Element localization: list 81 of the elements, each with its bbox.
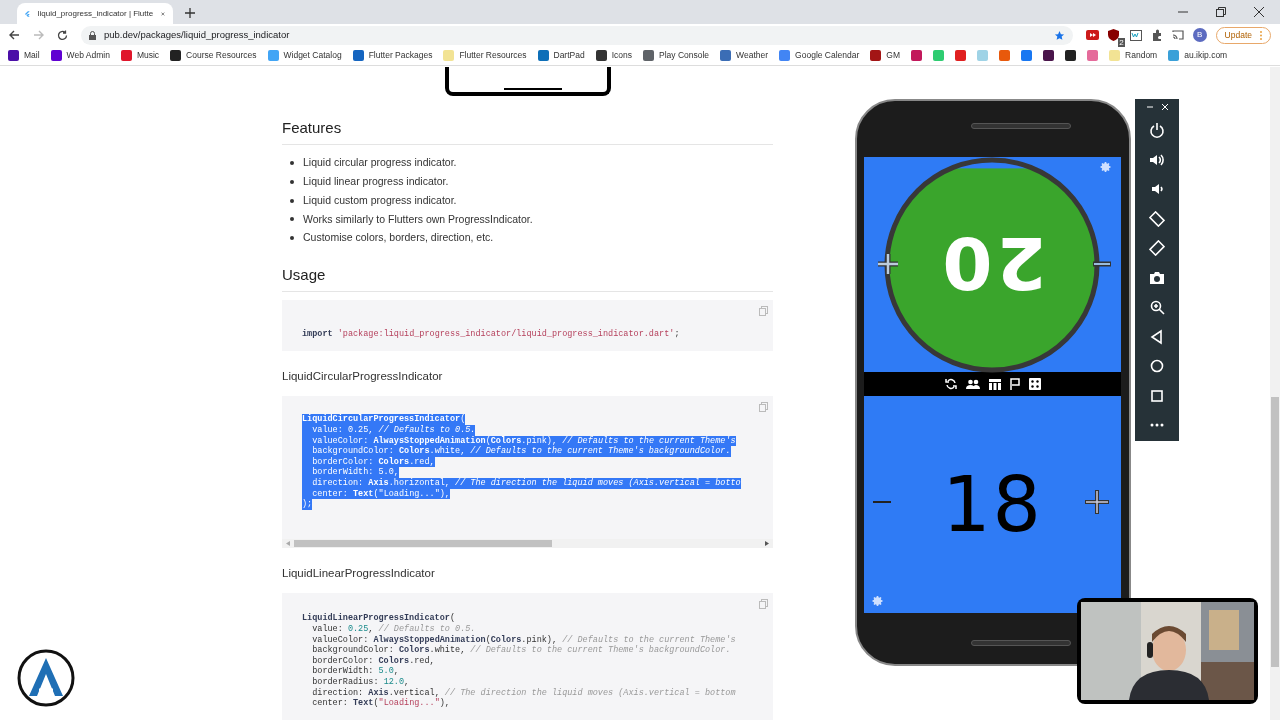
bookmark-item[interactable]: Flutter Packages (352, 49, 433, 62)
new-tab-icon[interactable] (185, 8, 195, 18)
feature-text: Customise colors, borders, direction, etc. (303, 230, 494, 246)
back-icon[interactable] (1149, 328, 1165, 345)
bullet-icon (290, 180, 294, 185)
refresh-icon[interactable] (944, 378, 957, 390)
feature-text: Liquid circular progress indicator. (303, 155, 457, 171)
minus-icon[interactable] (873, 500, 891, 504)
section-heading: Usage (282, 265, 327, 286)
bookmark-item[interactable]: Random (1109, 49, 1158, 62)
bookmark-item[interactable]: Music (120, 49, 160, 62)
code-heading: LiquidLinearProgressIndicator (282, 566, 436, 582)
code-text: import 'package:liquid_progress_indicator/liquid_progress_indicator.dart'; (302, 329, 680, 341)
reload-icon[interactable] (57, 29, 68, 41)
address-bar[interactable]: pub.dev/packages/liquid_progress_indicator (81, 25, 1073, 45)
section-heading: Features (282, 118, 343, 138)
home-icon[interactable] (1149, 358, 1165, 374)
overview-icon[interactable] (1149, 387, 1165, 404)
tab-title: liquid_progress_indicator | Flutte (37, 7, 154, 20)
extension-icon[interactable] (1085, 30, 1099, 40)
bookmark-item[interactable]: Web Admin (50, 49, 110, 62)
power-icon[interactable] (1149, 122, 1165, 138)
plus-icon[interactable] (1085, 490, 1109, 514)
shield-icon[interactable] (1107, 28, 1119, 41)
browser-tab[interactable]: liquid_progress_indicator | Flutte (17, 3, 173, 24)
bullet-icon (290, 161, 294, 166)
code-text: LiquidCircularProgressIndicator( value: 0.25, // Defaults to 0.5. valueColor: AlwaysStoppedAnimation(Colors.pink), // Defaults to the current Theme's backgroundColor: Colors.white, // Defaults to the current Theme's backgroundColor. borderColor: Colors.red, borderWidth: 5.0, direction: Axis.horizontal, // The direction the liquid moves (Axis.vertical = botto center: Text("Loading..."), ); (302, 414, 741, 510)
scrollbar-thumb[interactable] (1271, 397, 1279, 667)
bookmark-item[interactable]: au.ikip.com (1168, 49, 1228, 62)
people-icon[interactable] (965, 379, 980, 389)
feature-text: Works similarly to Flutters own ProgressIndicator. (303, 211, 533, 227)
extension-badge: 2 (1118, 37, 1125, 47)
restore-icon[interactable] (1216, 7, 1226, 17)
table-icon[interactable] (988, 378, 1001, 390)
bullet-icon (290, 217, 294, 222)
flag-icon[interactable] (1009, 378, 1020, 390)
bookmark-item[interactable]: Weather (720, 49, 769, 62)
profile-avatar[interactable]: B (1192, 28, 1207, 42)
page-scrollbar[interactable] (1270, 67, 1280, 720)
settings-icon[interactable] (872, 595, 884, 607)
cast-icon[interactable] (1171, 30, 1184, 40)
logo-icon (17, 649, 75, 707)
back-icon[interactable] (9, 30, 20, 40)
bookmark-item[interactable]: Icons (595, 49, 632, 62)
bookmark-item[interactable]: Play Console (643, 49, 710, 62)
rotate-left-icon[interactable] (1149, 210, 1165, 227)
volume-down-icon[interactable] (1149, 181, 1165, 197)
bookmark-item[interactable]: Widget Catalog (267, 49, 342, 62)
bookmark-item[interactable]: Flutter Resources (443, 49, 527, 62)
scrollbar-thumb[interactable] (294, 540, 552, 548)
code-heading: LiquidCircularProgressIndicator (282, 369, 444, 385)
rotate-right-icon[interactable] (1149, 240, 1165, 256)
scroll-right-icon[interactable] (765, 541, 769, 547)
zoom-icon[interactable] (1149, 299, 1165, 315)
bookmark-item[interactable]: Google Calendar (779, 49, 860, 62)
dice-icon[interactable] (1028, 378, 1041, 390)
url-text: pub.dev/packages/liquid_progress_indicator (104, 27, 291, 42)
counter-value[interactable]: 18 (942, 464, 1043, 545)
feature-text: Liquid linear progress indicator. (303, 174, 449, 190)
bookmark-icon[interactable] (1065, 50, 1077, 61)
star-icon[interactable] (1053, 29, 1065, 41)
camera-icon[interactable] (1149, 269, 1165, 286)
bullet-icon (290, 236, 294, 241)
minus-icon[interactable] (1093, 261, 1111, 267)
bullet-icon (290, 198, 294, 203)
feature-text: Liquid custom progress indicator. (303, 192, 457, 208)
lock-icon (89, 30, 96, 40)
bookmark-item[interactable]: DartPad (537, 49, 585, 62)
close-icon[interactable] (1254, 7, 1264, 17)
bookmark-item[interactable]: Course Resources (170, 49, 257, 62)
bookmark-item[interactable]: GM (870, 49, 901, 62)
volume-up-icon[interactable] (1149, 151, 1165, 168)
settings-icon[interactable] (1100, 161, 1112, 173)
minimize-icon[interactable] (1146, 106, 1153, 108)
bookmark-item[interactable]: Mail (8, 49, 40, 62)
note-icon[interactable] (1129, 29, 1142, 41)
horizontal-scrollbar[interactable] (282, 539, 773, 549)
puzzle-icon[interactable] (1150, 29, 1163, 41)
plus-icon[interactable] (877, 253, 899, 275)
code-text: LiquidLinearProgressIndicator( value: 0.25, // Defaults to 0.5. valueColor: AlwaysStoppedAnimation(Colors.pink), // Defaults to the current Theme's backgroundColor: Colors.white, // Defaults to the current Theme's backgroundColor. borderColor: Colors.red, borderWidth: 5.0, borderRadius: 12.0, direction: Axis.vertical, // The direction the liquid moves (Axis.vertical = bottom center: Text("Loading..."), (302, 613, 736, 709)
bookmark-icon[interactable] (1043, 50, 1055, 61)
